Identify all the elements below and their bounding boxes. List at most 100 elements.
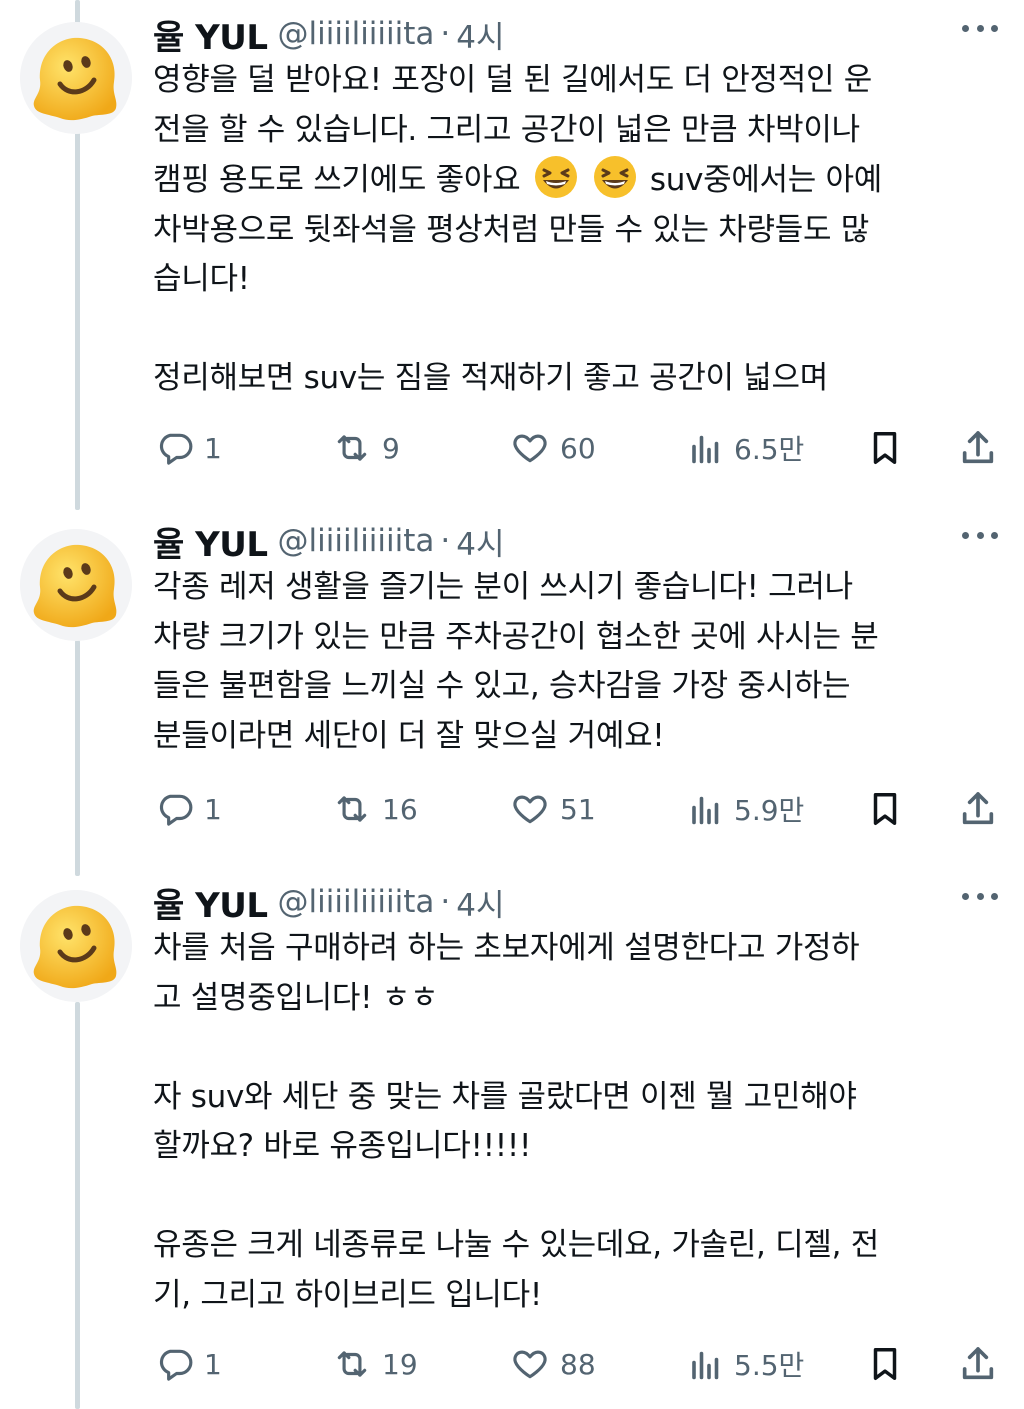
reply-icon xyxy=(159,794,193,826)
melting-face-icon xyxy=(20,22,132,134)
reply-count: 1 xyxy=(204,1347,222,1381)
melting-face-icon xyxy=(20,529,132,641)
views-button[interactable]: 5.5만 xyxy=(688,1342,804,1386)
more-icon[interactable] xyxy=(962,22,998,34)
timestamp[interactable]: 4시 xyxy=(456,519,504,564)
tweet-text: 차를 처음 구매하려 하는 초보자에게 설명한다고 가정하 고 설명중입니다! … xyxy=(153,924,998,1320)
repost-icon xyxy=(337,796,367,822)
repost-count: 9 xyxy=(382,431,400,465)
repost-count: 16 xyxy=(382,792,418,826)
like-count: 88 xyxy=(560,1347,596,1381)
repost-button[interactable]: 19 xyxy=(332,1342,418,1386)
views-button[interactable]: 6.5만 xyxy=(688,426,804,470)
thread-line xyxy=(75,1002,80,1409)
separator-dot: · xyxy=(440,523,451,559)
reply-button[interactable]: 1 xyxy=(156,426,222,470)
avatar[interactable] xyxy=(20,529,132,641)
text-line: 고 설명중입니다! ㅎㅎ xyxy=(153,979,439,1016)
text-line: 들은 불편함을 느끼실 수 있고, 승차감을 가장 중시하는 xyxy=(153,668,851,704)
timestamp[interactable]: 4시 xyxy=(456,12,504,57)
text-line: 전을 할 수 있습니다. 그리고 공간이 넓은 만큼 차박이나 xyxy=(153,111,860,148)
user-handle[interactable]: @liiiiliiiiita xyxy=(278,884,435,920)
thread-line xyxy=(75,640,80,876)
tweet-header: 율 YUL @liiiiliiiiita · 4시 xyxy=(153,8,505,60)
text-segment: suv중에서는 아예 xyxy=(640,162,882,198)
repost-button[interactable]: 9 xyxy=(332,426,400,470)
separator-dot: · xyxy=(440,884,451,920)
avatar[interactable] xyxy=(20,22,132,134)
like-button[interactable]: 51 xyxy=(510,787,596,831)
text-line: 차량 크기가 있는 만큼 주차공간이 협소한 곳에 사시는 분 xyxy=(153,618,879,655)
reply-icon xyxy=(159,433,193,465)
tweet-text: 영향을 덜 받아요! 포장이 덜 된 길에서도 더 안정적인 운 전을 할 수 … xyxy=(153,56,998,404)
tweet-actions: 1 9 60 6.5만 xyxy=(150,426,1000,470)
like-button[interactable]: 60 xyxy=(510,426,596,470)
tweet-text: 각종 레저 생활을 즐기는 분이 쓰시기 좋습니다! 그러나 차량 크기가 있는… xyxy=(153,563,998,761)
bookmark-icon xyxy=(873,432,897,464)
text-line: 유종은 크게 네종류로 나눌 수 있는데요, 가솔린, 디젤, 전 xyxy=(153,1227,879,1263)
reply-button[interactable]: 1 xyxy=(156,787,222,831)
display-name[interactable]: 율 YUL xyxy=(153,10,268,59)
text-line: 할까요? 바로 유종입니다!!!!! xyxy=(153,1128,532,1164)
avatar[interactable] xyxy=(20,890,132,1002)
text-line: 차박용으로 뒷좌석을 평상처럼 만들 수 있는 차량들도 많 xyxy=(153,211,869,248)
view-count: 5.9만 xyxy=(734,794,805,827)
text-line: 정리해보면 suv는 짐을 적재하기 좋고 공간이 넓으며 xyxy=(153,360,828,396)
share-icon xyxy=(962,1347,994,1380)
repost-count: 19 xyxy=(382,1347,418,1381)
text-line: 차를 처음 구매하려 하는 초보자에게 설명한다고 가정하 xyxy=(153,930,860,966)
views-icon xyxy=(692,796,719,825)
heart-icon xyxy=(513,795,547,824)
text-line: 분들이라면 세단이 더 잘 맞으실 거예요! xyxy=(153,717,665,754)
like-button[interactable]: 88 xyxy=(510,1342,596,1386)
reply-button[interactable]: 1 xyxy=(156,1342,222,1386)
text-line: 습니다! xyxy=(153,261,250,297)
user-handle[interactable]: @liiiiliiiiita xyxy=(278,523,435,559)
timestamp[interactable]: 4시 xyxy=(456,880,504,925)
text-line: 각종 레저 생활을 즐기는 분이 쓰시기 좋습니다! 그러나 xyxy=(153,569,853,605)
like-count: 60 xyxy=(560,431,596,465)
share-icon xyxy=(962,792,994,825)
bookmark-button[interactable] xyxy=(866,426,904,470)
melting-face-icon xyxy=(20,890,132,1002)
more-icon[interactable] xyxy=(962,529,998,541)
share-icon xyxy=(962,431,994,464)
text-line: 캠핑 용도로 쓰기에도 좋아요 suv중에서는 아예 xyxy=(153,155,998,206)
tweet-actions: 1 16 51 5.9만 xyxy=(150,787,1000,831)
repost-button[interactable]: 16 xyxy=(332,787,418,831)
like-count: 51 xyxy=(560,792,596,826)
text-line: 영향을 덜 받아요! 포장이 덜 된 길에서도 더 안정적인 운 xyxy=(153,62,872,98)
text-line: 자 suv와 세단 중 맞는 차를 골랐다면 이젠 뭘 고민해야 xyxy=(153,1078,857,1115)
bookmark-button[interactable] xyxy=(866,1342,904,1386)
reply-count: 1 xyxy=(204,792,222,826)
heart-icon xyxy=(513,434,547,463)
repost-icon xyxy=(337,1351,367,1377)
tweet-header: 율 YUL @liiiiliiiiita · 4시 xyxy=(153,515,505,567)
views-icon xyxy=(692,435,719,464)
view-count: 6.5만 xyxy=(734,433,805,466)
reply-icon xyxy=(159,1349,193,1381)
reply-count: 1 xyxy=(204,431,222,465)
share-button[interactable] xyxy=(958,426,998,470)
user-handle[interactable]: @liiiiliiiiita xyxy=(278,16,435,52)
grinning-squinting-face-icon xyxy=(535,156,578,198)
repost-icon xyxy=(337,435,367,461)
heart-icon xyxy=(513,1350,547,1379)
views-button[interactable]: 5.9만 xyxy=(688,787,804,831)
grinning-squinting-face-icon xyxy=(594,156,637,198)
bookmark-icon xyxy=(873,1348,897,1380)
view-count: 5.5만 xyxy=(734,1349,805,1382)
more-icon[interactable] xyxy=(962,890,998,902)
views-icon xyxy=(692,1351,719,1380)
bookmark-icon xyxy=(873,793,897,825)
share-button[interactable] xyxy=(958,1342,998,1386)
tweet-header: 율 YUL @liiiiliiiiita · 4시 xyxy=(153,876,505,928)
display-name[interactable]: 율 YUL xyxy=(153,517,268,566)
bookmark-button[interactable] xyxy=(866,787,904,831)
display-name[interactable]: 율 YUL xyxy=(153,878,268,927)
tweet-actions: 1 19 88 5.5만 xyxy=(150,1342,1000,1386)
text-segment: 캠핑 용도로 쓰기에도 좋아요 xyxy=(153,162,521,198)
share-button[interactable] xyxy=(958,787,998,831)
